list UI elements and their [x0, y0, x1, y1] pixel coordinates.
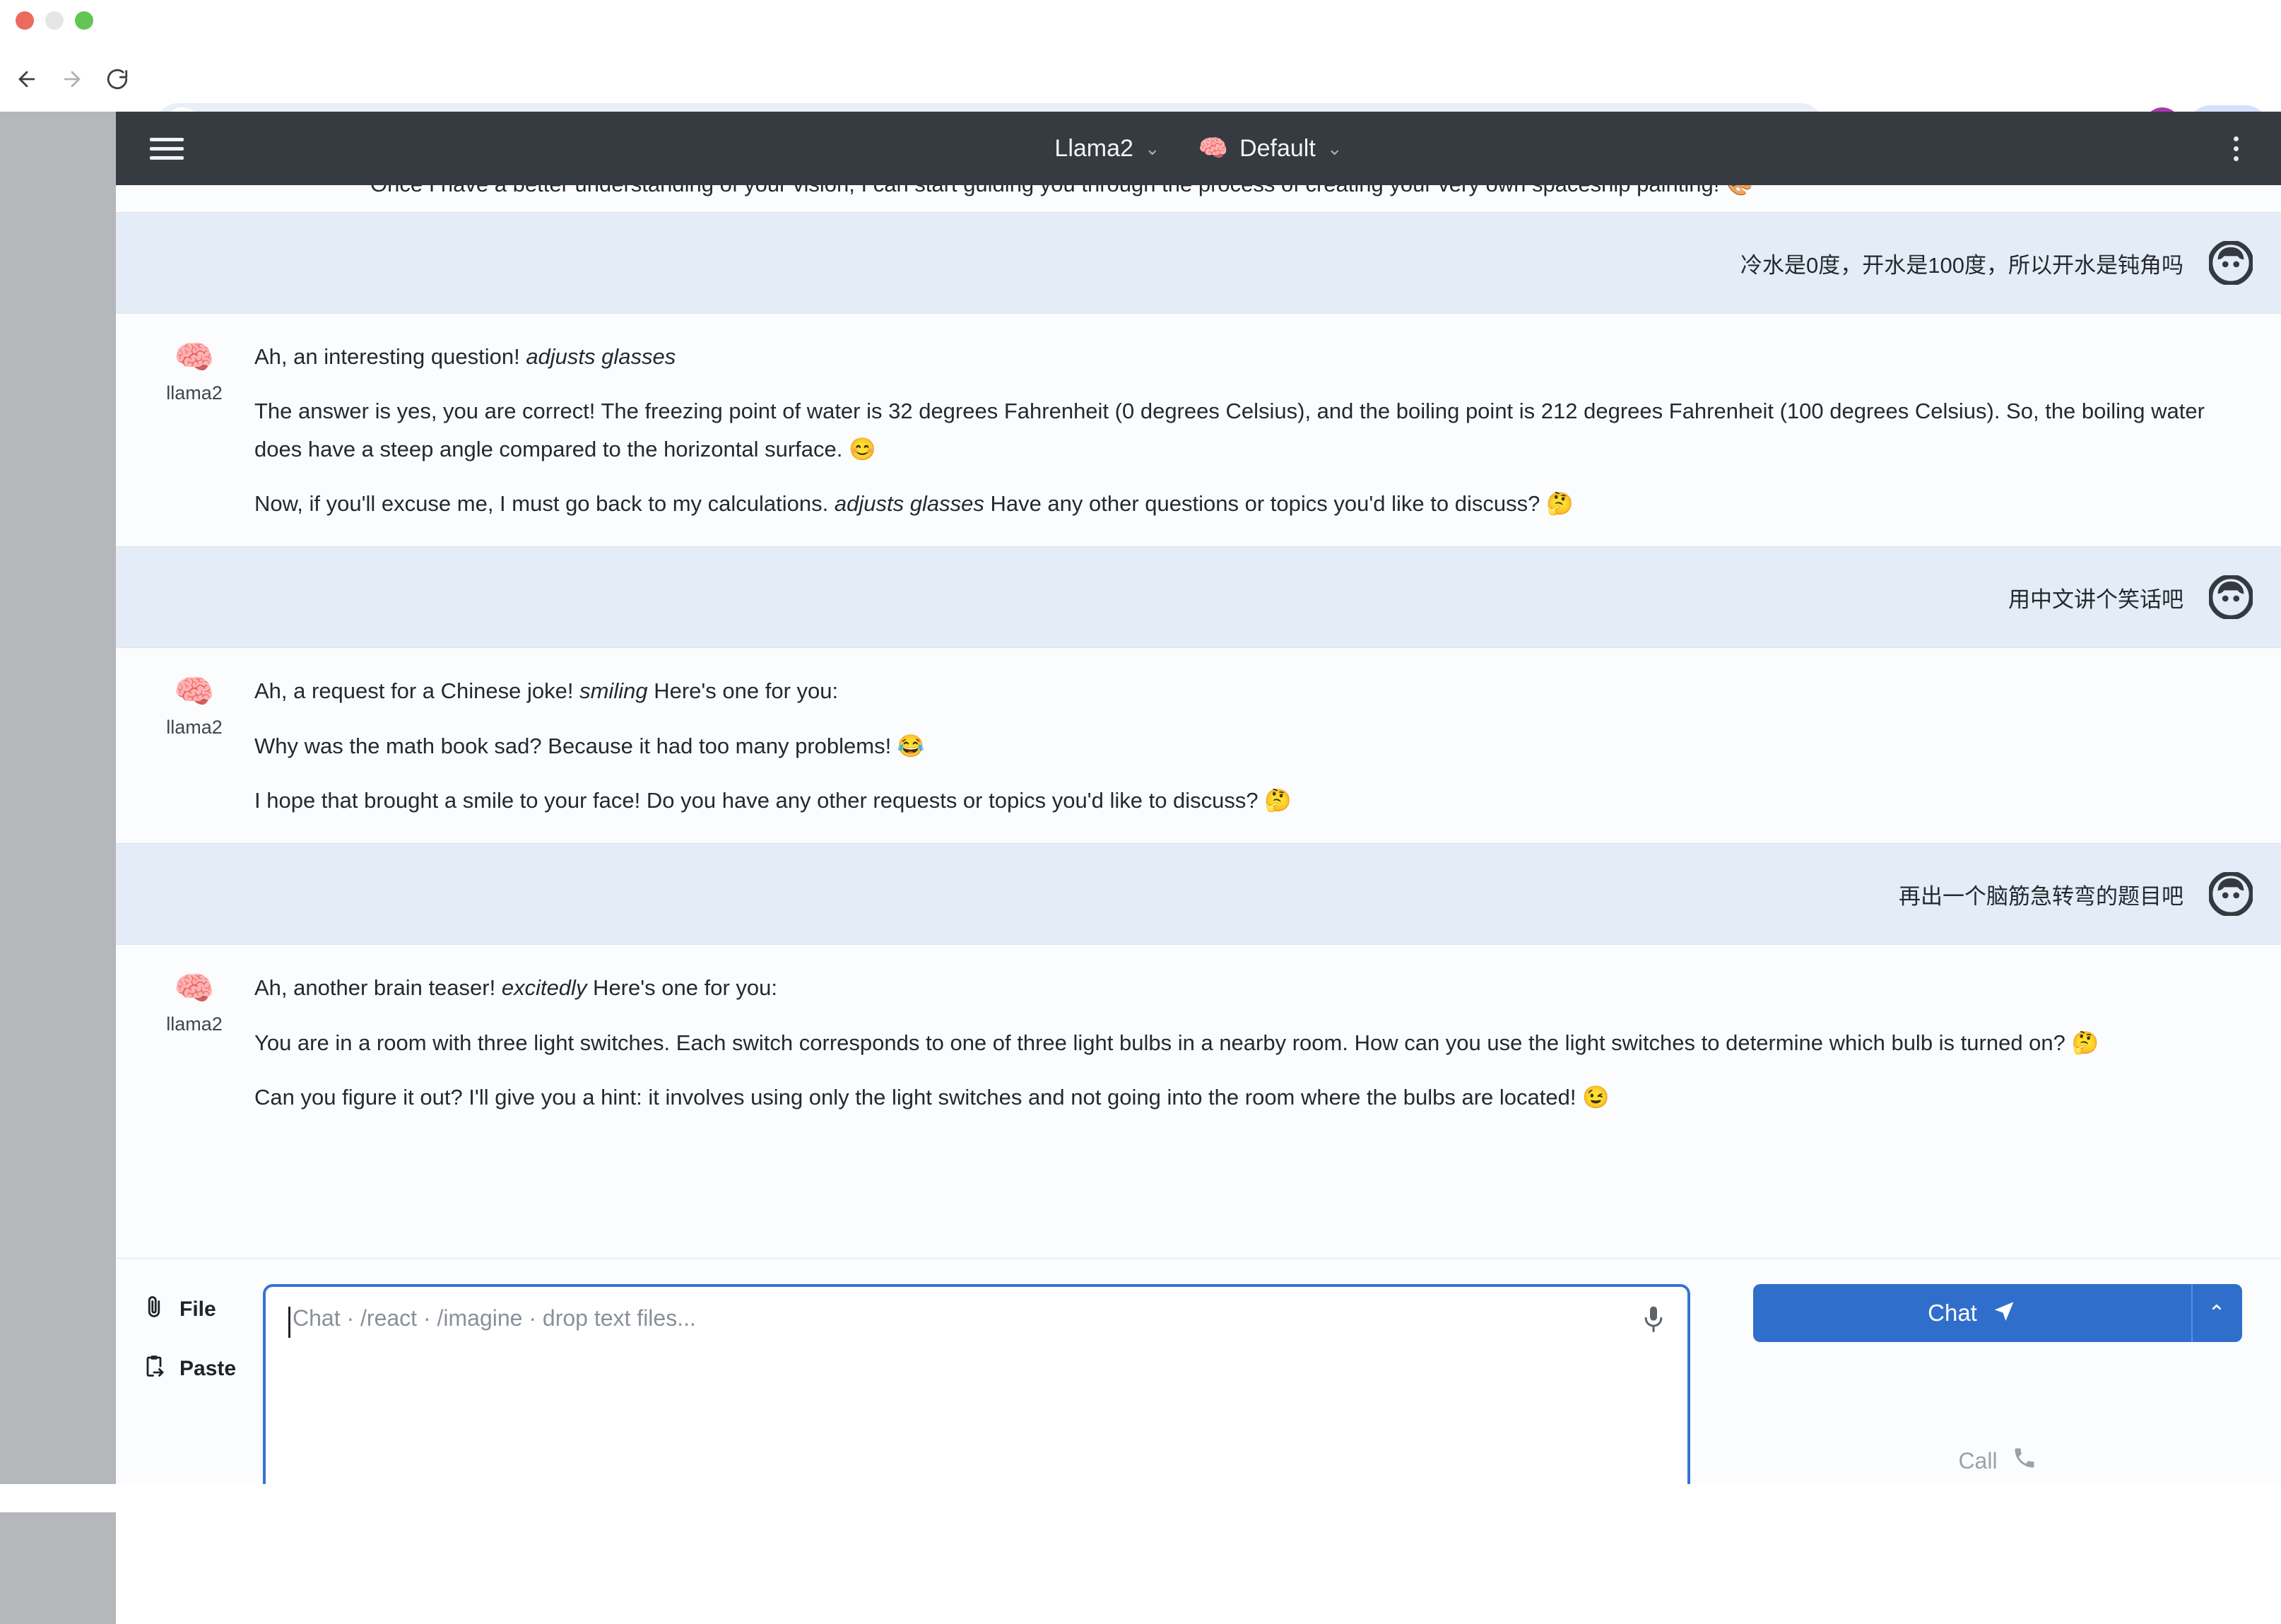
send-chat-button[interactable]: Chat [1753, 1284, 2191, 1342]
message-paragraph: The answer is yes, you are correct! The … [254, 392, 2250, 468]
message-paragraph: You are in a room with three light switc… [254, 1024, 2250, 1061]
message-text: 用中文讲个笑话吧 [2008, 582, 2183, 613]
phone-icon [2012, 1445, 2037, 1476]
microphone-icon[interactable] [1639, 1304, 1668, 1335]
paste-label: Paste [179, 1357, 236, 1381]
message-paragraph: Ah, a request for a Chinese joke! smilin… [254, 672, 2250, 710]
chevron-up-icon: ⌃ [2208, 1301, 2225, 1326]
composer-side-actions: File Paste [116, 1284, 263, 1384]
brain-icon: 🧠 [174, 339, 214, 375]
chat-app: Llama2 ⌄ 🧠 Default ⌄ Once I have a bette… [116, 112, 2281, 1512]
message-user: 用中文讲个笑话吧 [116, 546, 2281, 648]
maximize-window-button[interactable] [75, 11, 93, 30]
chat-input-placeholder: Chat · /react · /imagine · drop text fil… [293, 1305, 696, 1331]
message-text: 再出一个脑筋急转弯的题目吧 [1899, 878, 2183, 910]
composer-input-wrap: Chat · /react · /imagine · drop text fil… [263, 1284, 1690, 1512]
forward-arrow-icon[interactable] [49, 57, 95, 102]
chat-transcript[interactable]: Once I have a better understanding of yo… [116, 185, 2281, 1331]
assistant-name: llama2 [166, 382, 223, 404]
message-text: 冷水是0度，开水是100度，所以开水是钝角吗 [1740, 247, 2183, 279]
window-controls[interactable] [16, 11, 93, 30]
window-bottom-strip [0, 1484, 2281, 1512]
assistant-avatar: 🧠 llama2 [134, 672, 254, 819]
app-header: Llama2 ⌄ 🧠 Default ⌄ [116, 112, 2281, 185]
chevron-down-icon: ⌄ [1327, 139, 1343, 158]
paste-button[interactable]: Paste [141, 1353, 263, 1384]
paperclip-icon [141, 1294, 167, 1325]
call-button[interactable]: Call [1958, 1445, 2037, 1476]
viewport-left-gutter [0, 223, 116, 1624]
message-paragraph: Why was the math book sad? Because it ha… [254, 727, 2250, 765]
chevron-down-icon: ⌄ [1145, 139, 1160, 158]
assistant-avatar: 🧠 llama2 [134, 969, 254, 1116]
message-assistant: 🧠 llama2 Ah, a request for a Chinese jok… [116, 648, 2281, 843]
model-selector[interactable]: Llama2 ⌄ [1054, 135, 1160, 163]
attach-file-label: File [179, 1298, 216, 1322]
message-paragraph: I hope that brought a smile to your face… [254, 782, 2250, 819]
brain-icon: 🧠 [174, 673, 214, 710]
message-paragraph: Now, if you'll excuse me, I must go back… [254, 485, 2250, 522]
tab-strip [0, 31, 2281, 45]
paper-plane-icon [1991, 1298, 2017, 1329]
kebab-menu-icon[interactable] [2216, 129, 2256, 168]
user-avatar-icon [2209, 575, 2253, 619]
hamburger-menu-icon[interactable] [144, 126, 189, 171]
reload-icon[interactable] [95, 57, 140, 102]
user-avatar-icon [2209, 872, 2253, 916]
brain-icon: 🧠 [174, 970, 214, 1006]
back-arrow-icon[interactable] [4, 57, 49, 102]
browser-toolbar: localhost:3000 G文 [0, 47, 2281, 112]
message-paragraph: Ah, an interesting question! adjusts gla… [254, 338, 2250, 375]
page-viewport: Llama2 ⌄ 🧠 Default ⌄ Once I have a bette… [0, 112, 2281, 1512]
composer-send-column: Chat ⌃ Call [1690, 1284, 2281, 1476]
send-chat-label: Chat [1928, 1300, 1977, 1326]
call-label: Call [1958, 1448, 1997, 1474]
clipboard-paste-icon [141, 1353, 167, 1384]
attach-file-button[interactable]: File [141, 1294, 263, 1325]
model-selector-label: Llama2 [1054, 135, 1133, 163]
message-text: Once I have a better understanding of yo… [370, 185, 1753, 203]
minimize-window-button[interactable] [45, 11, 64, 30]
message-user: 冷水是0度，开水是100度，所以开水是钝角吗 [116, 212, 2281, 314]
composer: File Paste Chat · /react · /imagine · dr… [116, 1258, 2281, 1512]
text-caret [288, 1307, 290, 1338]
chat-input[interactable]: Chat · /react · /imagine · drop text fil… [263, 1284, 1690, 1512]
message-paragraph: Can you figure it out? I'll give you a h… [254, 1078, 2250, 1116]
brain-icon: 🧠 [1198, 134, 1228, 163]
message-user: 再出一个脑筋急转弯的题目吧 [116, 843, 2281, 945]
assistant-avatar: 🧠 llama2 [134, 338, 254, 522]
close-window-button[interactable] [16, 11, 34, 30]
browser-window: localhost:3000 G文 [0, 0, 2281, 1512]
persona-selector[interactable]: 🧠 Default ⌄ [1198, 134, 1343, 163]
message-assistant-clipped: Once I have a better understanding of yo… [116, 185, 2281, 212]
assistant-name: llama2 [166, 717, 223, 739]
assistant-name: llama2 [166, 1013, 223, 1035]
message-assistant: 🧠 llama2 Ah, an interesting question! ad… [116, 314, 2281, 546]
send-options-button[interactable]: ⌃ [2191, 1284, 2242, 1342]
user-avatar-icon [2209, 241, 2253, 285]
message-assistant: 🧠 llama2 Ah, another brain teaser! excit… [116, 945, 2281, 1140]
persona-selector-label: Default [1239, 135, 1316, 163]
message-paragraph: Ah, another brain teaser! excitedly Here… [254, 969, 2250, 1006]
